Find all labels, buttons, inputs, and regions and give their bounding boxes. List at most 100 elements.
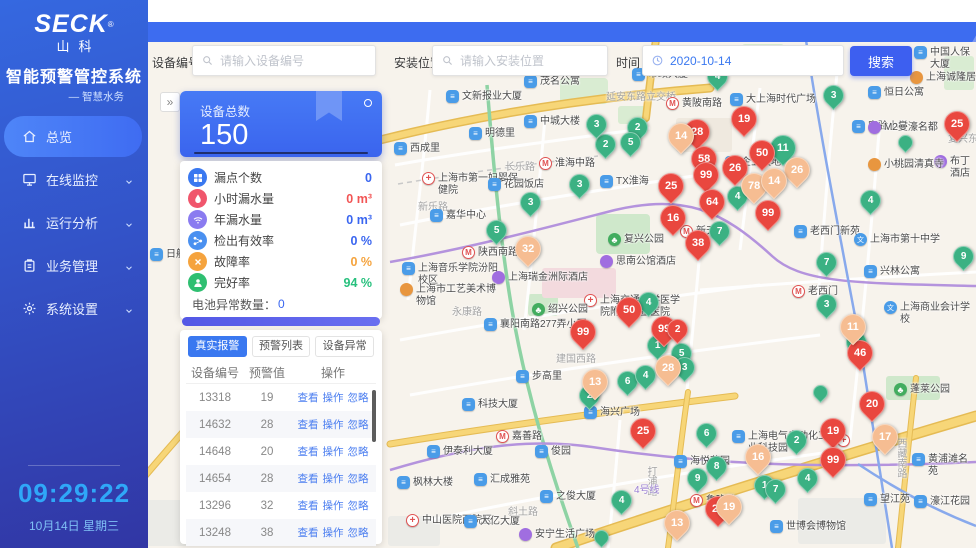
brand-name-cn: 山科 [0,36,148,55]
action-link[interactable]: 操作 [323,471,344,486]
table-row: 1463228查看操作忽略 [186,411,376,438]
clock-date: 10月14日 星期三 [0,517,148,534]
cell-device-id: 13296 [186,500,244,512]
search-button[interactable]: 搜索 [850,46,912,76]
map-poi: ≡西成里 [394,142,440,155]
map-marker-count: 4 [734,191,740,202]
map-marker-count: 28 [662,362,674,374]
action-link[interactable]: 操作 [323,525,344,540]
action-link[interactable]: 操作 [323,498,344,513]
panel-collapse-button[interactable]: » [160,92,180,112]
stat-value: 0 % [350,234,372,248]
map-marker-count: 99 [577,326,589,338]
map-marker-count: 99 [762,207,774,219]
building-icon: ≡ [770,520,783,533]
device-id-input[interactable]: 请输入设备编号 [192,45,376,76]
cell-warn-value: 28 [244,473,290,485]
sidebar-menu: 总览在线监控运行分析业务管理系统设置 [0,114,148,331]
action-link[interactable]: 查看 [298,498,319,513]
clock-icon [651,54,664,67]
action-link[interactable]: 忽略 [348,417,369,432]
map-poi: ≡之俊大厦 [540,490,596,503]
action-link[interactable]: 忽略 [348,444,369,459]
park-icon: ♣ [608,233,621,246]
tab-0[interactable]: 真实报警 [188,336,247,357]
map-poi-label: 枫林大楼 [413,476,453,489]
map-poi-label: 步高里 [532,370,562,383]
map-marker-count: 17 [879,431,891,443]
map-poi: ≡枫林大楼 [397,476,453,489]
map-marker-count: 9 [694,473,700,484]
map-poi-label: 复兴公园 [624,233,664,246]
action-link[interactable]: 查看 [298,417,319,432]
cell-actions: 查看操作忽略 [290,525,376,540]
action-link[interactable]: 忽略 [348,498,369,513]
map-poi: ≡步高里 [516,370,562,383]
circle-icon[interactable] [364,99,372,107]
tab-1[interactable]: 预警列表 [252,336,311,357]
action-link[interactable]: 操作 [323,417,344,432]
building-icon: ≡ [488,178,501,191]
stat-label: 年漏水量 [214,211,339,228]
sidebar-item-label: 在线监控 [46,170,98,189]
table-row: 1324838查看操作忽略 [186,519,376,546]
date-input[interactable]: 2020-10-14 [642,45,844,76]
gear-icon [22,301,37,316]
map-poi-label: 花园饭店 [504,178,544,191]
stat-value: 94 % [344,276,373,290]
sidebar-item-4[interactable]: 系统设置 [0,288,148,329]
action-link[interactable]: 忽略 [348,525,369,540]
map-marker-count: 32 [522,243,534,255]
cell-warn-value: 20 [244,446,290,458]
stat-row: 检出有效率0 % [188,230,372,251]
action-link[interactable]: 忽略 [348,390,369,405]
col-actions: 操作 [290,364,376,381]
map-poi: ≡大上海时代广场 [730,93,816,106]
map-poi: ≡科技大厦 [462,398,518,411]
sidebar-item-1[interactable]: 在线监控 [0,159,148,200]
map-marker-count: 38 [692,237,704,249]
action-link[interactable]: 查看 [298,390,319,405]
sidebar-item-0[interactable]: 总览 [4,116,142,157]
map-poi-label: 蓬莱公园 [910,383,950,396]
map-poi: ♣蓬莱公园 [894,383,950,396]
wifi-icon [188,210,207,229]
building-icon: ≡ [394,142,407,155]
card-underline [194,152,368,154]
action-link[interactable]: 忽略 [348,471,369,486]
map-poi-label: 绍兴公园 [548,303,588,316]
map-poi-label: 世博会博物馆 [786,520,846,533]
map-poi-label: 上海市第十中学 [870,233,940,246]
action-link[interactable]: 查看 [298,525,319,540]
table-row: 1331819查看操作忽略 [186,384,376,411]
map-marker-count: 20 [866,398,878,410]
cell-warn-value: 32 [244,500,290,512]
map-poi: ≡TX淮海 [600,175,649,188]
sidebar-item-label: 业务管理 [46,256,98,275]
sidebar-item-2[interactable]: 运行分析 [0,202,148,243]
table-scrollbar[interactable] [372,390,376,442]
map-poi-label: 小桃园清真寺 [884,158,944,171]
action-link[interactable]: 查看 [298,444,319,459]
map-poi: 思南公馆酒店 [600,255,676,268]
tab-2[interactable]: 设备异常 [315,336,374,357]
map-marker-count: 3 [830,90,836,101]
action-link[interactable]: 操作 [323,390,344,405]
stat-value: 0 [365,171,372,185]
map-poi: 小桃园清真寺 [868,158,944,171]
map-poi: ≡海兴广场 [584,406,640,419]
stats-card: 漏点个数0小时漏水量0 m³年漏水量0 m³检出有效率0 %故障率0 %完好率9… [180,161,382,319]
map-marker-count: 3 [576,179,582,190]
band-segment [972,22,976,42]
location-input[interactable]: 请输入安装位置 [432,45,608,76]
action-link[interactable]: 操作 [323,444,344,459]
sidebar-item-3[interactable]: 业务管理 [0,245,148,286]
map-poi: ≡明德里 [469,127,515,140]
map-marker-count: 50 [623,304,635,316]
action-link[interactable]: 查看 [298,471,319,486]
map-marker-count: 5 [493,225,499,236]
map-poi: 文上海市第十中学 [854,233,940,246]
map-poi: ≡嘉华中心 [430,209,486,222]
school-icon: 文 [854,233,867,246]
map-poi-label: M2曼濠名都 [884,121,938,134]
